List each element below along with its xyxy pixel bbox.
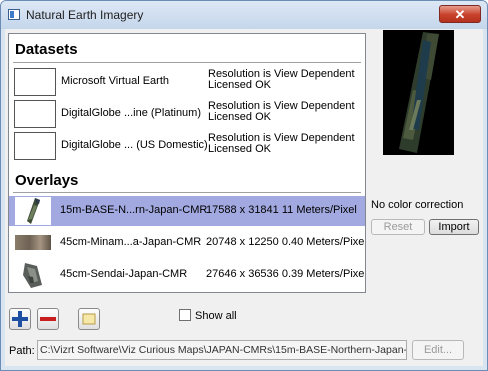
datasets-header: Datasets	[15, 41, 78, 58]
overlay-info: 20748 x 12250 0.40 Meters/Pixels	[206, 236, 366, 248]
overlay-name: 45cm-Sendai-Japan-CMR	[60, 268, 188, 280]
overlay-thumbnail	[15, 197, 51, 225]
dataset-thumbnail	[14, 68, 56, 96]
dialog-client-area: Datasets Microsoft Virtual Earth Resolut…	[5, 29, 483, 366]
plus-icon	[12, 311, 28, 327]
folder-button[interactable]	[78, 308, 100, 330]
dataset-name: DigitalGlobe ... (US Domestic)	[61, 139, 208, 151]
overlay-name: 15m-BASE-N...rn-Japan-CMR	[60, 204, 208, 216]
dataset-license: Licensed OK	[208, 143, 271, 155]
dataset-thumbnail	[14, 100, 56, 128]
imagery-preview	[383, 30, 454, 155]
dataset-row[interactable]: DigitalGlobe ...ine (Platinum) Resolutio…	[9, 100, 365, 130]
datasets-divider	[13, 62, 361, 63]
dataset-name: DigitalGlobe ...ine (Platinum)	[61, 107, 202, 119]
path-label: Path:	[9, 345, 35, 357]
show-all-checkbox[interactable]	[179, 309, 191, 321]
app-window-icon	[8, 9, 20, 20]
dataset-status: Resolution is View Dependent Licensed OK	[208, 133, 355, 155]
path-field[interactable]: C:\Vizrt Software\Viz Curious Maps\JAPAN…	[37, 340, 407, 360]
close-button[interactable]: ✕	[439, 5, 481, 23]
overlay-thumbnail	[15, 235, 51, 250]
natural-earth-imagery-window: Natural Earth Imagery ✕ Datasets Microso…	[0, 0, 488, 371]
dataset-row[interactable]: Microsoft Virtual Earth Resolution is Vi…	[9, 68, 365, 98]
overlay-thumbnail	[15, 261, 51, 289]
minus-icon	[40, 317, 56, 321]
dataset-status: Resolution is View Dependent Licensed OK	[208, 101, 355, 123]
overlay-row[interactable]: 45cm-Minam...a-Japan-CMR 20748 x 12250 0…	[9, 228, 365, 258]
window-title: Natural Earth Imagery	[26, 8, 144, 22]
dataset-thumbnail	[14, 132, 56, 160]
folder-icon	[82, 313, 96, 325]
dataset-status: Resolution is View Dependent Licensed OK	[208, 69, 355, 91]
dataset-row[interactable]: DigitalGlobe ... (US Domestic) Resolutio…	[9, 132, 365, 162]
overlays-header: Overlays	[15, 172, 79, 189]
overlays-divider	[13, 192, 361, 193]
overlay-info: 27646 x 36536 0.39 Meters/Pixels	[206, 268, 366, 280]
overlay-info: 17588 x 31841 11 Meters/Pixel	[206, 204, 357, 216]
remove-button[interactable]	[37, 308, 59, 330]
preview-map-strip	[399, 32, 439, 153]
close-icon: ✕	[454, 7, 466, 22]
dataset-license: Licensed OK	[208, 79, 271, 91]
dataset-name: Microsoft Virtual Earth	[61, 75, 170, 87]
overlay-name: 45cm-Minam...a-Japan-CMR	[60, 236, 202, 248]
overlay-row[interactable]: 45cm-Sendai-Japan-CMR 27646 x 36536 0.39…	[9, 260, 365, 290]
reset-button[interactable]: Reset	[371, 219, 425, 235]
add-button[interactable]	[9, 308, 31, 330]
edit-button[interactable]: Edit...	[412, 340, 464, 360]
title-bar[interactable]: Natural Earth Imagery ✕	[1, 1, 487, 29]
overlay-row-selected[interactable]: 15m-BASE-N...rn-Japan-CMR 17588 x 31841 …	[9, 196, 365, 226]
import-button[interactable]: Import	[429, 219, 479, 235]
color-correction-status: No color correction	[371, 199, 464, 211]
imagery-list[interactable]: Datasets Microsoft Virtual Earth Resolut…	[8, 33, 366, 293]
dataset-license: Licensed OK	[208, 111, 271, 123]
show-all-label: Show all	[195, 310, 237, 322]
